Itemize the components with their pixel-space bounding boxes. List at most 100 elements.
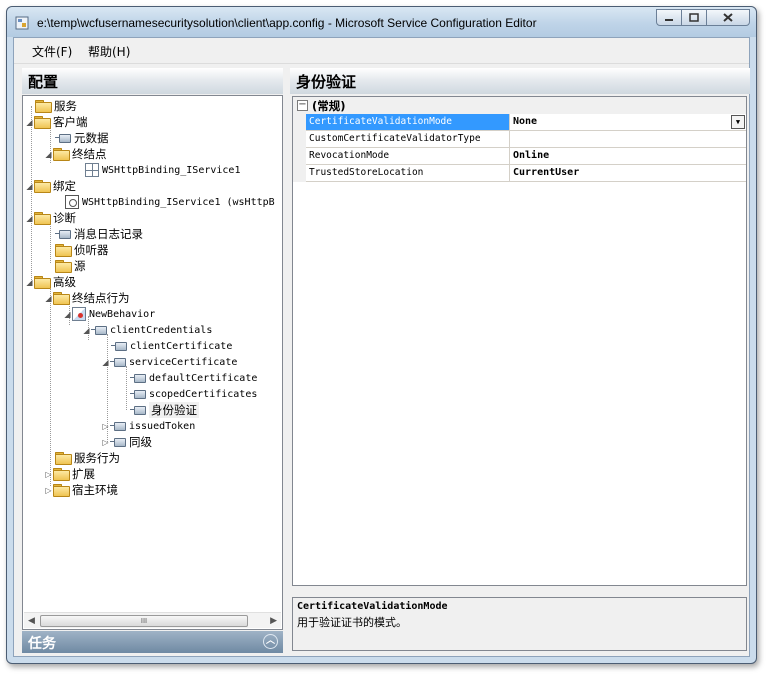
tree-node-label: 终结点行为	[72, 291, 130, 305]
tree-node-diagnostics[interactable]: ◢ 诊断	[25, 210, 76, 226]
tree-node-hosting-environment[interactable]: ▷ 宿主环境	[44, 482, 118, 498]
properties-header: 身份验证	[290, 68, 750, 94]
tree-node-label: 宿主环境	[72, 483, 118, 497]
horizontal-scrollbar[interactable]: ◀ III ▶	[24, 612, 281, 628]
scroll-thumb[interactable]: III	[40, 615, 248, 627]
tree-node-metadata[interactable]: 元数据	[55, 130, 109, 146]
tree-node-label: 元数据	[74, 131, 109, 145]
tree-node-service-behaviors[interactable]: 服务行为	[55, 450, 120, 466]
node-icon	[110, 357, 126, 367]
tree-node-issuedtoken[interactable]: ▷ issuedToken	[101, 418, 195, 434]
folder-icon	[35, 100, 52, 113]
tree-node-label: 客户端	[53, 115, 88, 129]
tree-node-authentication[interactable]: 身份验证	[130, 402, 199, 418]
node-icon	[130, 405, 146, 415]
minimize-button[interactable]	[656, 9, 682, 26]
maximize-button[interactable]	[681, 9, 707, 26]
menu-help[interactable]: 帮助(H)	[84, 43, 134, 60]
property-row[interactable]: CustomCertificateValidatorType	[293, 131, 746, 148]
property-name[interactable]: RevocationMode	[306, 148, 510, 165]
collapse-arrow-icon[interactable]: ◢	[25, 182, 34, 191]
tree-node-endpoint-item[interactable]: WSHttpBinding_IService1	[85, 162, 240, 178]
tree-node-label: clientCertificate	[130, 340, 233, 352]
maximize-icon	[689, 13, 699, 22]
collapse-arrow-icon[interactable]: ◢	[25, 214, 34, 223]
property-value[interactable]: Online	[510, 148, 746, 165]
tree-node-binding-item[interactable]: WSHttpBinding_IService1 (wsHttpB	[65, 194, 275, 210]
property-row[interactable]: RevocationMode Online	[293, 148, 746, 165]
scroll-right-icon[interactable]: ▶	[270, 616, 277, 626]
tree-node-sources[interactable]: 源	[55, 258, 86, 274]
property-row[interactable]: TrustedStoreLocation CurrentUser	[293, 165, 746, 182]
collapse-arrow-icon[interactable]: ◢	[44, 150, 53, 159]
tree-node-label: clientCredentials	[110, 324, 213, 336]
chevron-up-icon[interactable]: ︿	[263, 634, 278, 649]
collapse-arrow-icon[interactable]: ◢	[101, 358, 110, 367]
close-icon	[723, 13, 733, 22]
property-grid[interactable]: − (常规) CertificateValidationMode None ▼ …	[292, 96, 747, 586]
expand-arrow-icon[interactable]: ▷	[101, 422, 110, 431]
node-icon	[55, 229, 71, 239]
collapse-arrow-icon[interactable]: ◢	[82, 326, 91, 335]
description-text: 用于验证证书的模式。	[297, 616, 407, 629]
node-icon	[130, 373, 146, 383]
tree-node-services[interactable]: 服务	[35, 98, 77, 114]
tree-node-message-logging[interactable]: 消息日志记录	[55, 226, 143, 242]
node-icon	[91, 325, 107, 335]
property-value-dropdown[interactable]: None ▼	[510, 114, 746, 131]
tree-node-label: issuedToken	[129, 420, 196, 432]
collapse-arrow-icon[interactable]: ◢	[63, 310, 72, 319]
tree-node-newbehavior[interactable]: ◢ NewBehavior	[63, 306, 155, 322]
scroll-left-icon[interactable]: ◀	[28, 616, 35, 626]
tree-node-bindings[interactable]: ◢ 绑定	[25, 178, 76, 194]
collapse-arrow-icon[interactable]: ◢	[25, 118, 34, 127]
config-tree[interactable]: 服务 ◢ 客户端 元数据 ◢ 终结点 WSHttpBinding_IServic…	[22, 95, 283, 630]
collapse-arrow-icon[interactable]: ◢	[44, 294, 53, 303]
folder-icon	[34, 212, 51, 225]
property-name[interactable]: CertificateValidationMode	[306, 114, 510, 131]
node-icon	[110, 437, 126, 447]
expand-arrow-icon[interactable]: ▷	[44, 486, 53, 495]
dropdown-arrow-icon[interactable]: ▼	[731, 115, 745, 129]
category-row[interactable]: − (常规)	[293, 97, 746, 114]
window-controls	[656, 9, 750, 26]
expand-arrow-icon[interactable]: ▷	[101, 438, 110, 447]
tree-line	[126, 366, 127, 410]
node-icon	[130, 389, 146, 399]
expand-arrow-icon[interactable]: ▷	[44, 470, 53, 479]
minimize-icon	[665, 18, 673, 21]
client-area: 文件(F) 帮助(H) 配置 服务 ◢ 客户端 元数据 ◢ 终结点 WSHttp…	[13, 37, 750, 657]
property-name[interactable]: CustomCertificateValidatorType	[306, 131, 510, 148]
row-gutter	[293, 114, 306, 131]
menu-file[interactable]: 文件(F)	[28, 43, 76, 60]
property-value[interactable]: CurrentUser	[510, 165, 746, 182]
configuration-pane: 配置 服务 ◢ 客户端 元数据 ◢ 终结点 WSHttpBinding_ISer…	[22, 68, 283, 653]
tree-node-peer[interactable]: ▷ 同级	[101, 434, 152, 450]
tree-node-servicecertificate[interactable]: ◢ serviceCertificate	[101, 354, 237, 370]
tree-node-defaultcertificate[interactable]: defaultCertificate	[130, 370, 257, 386]
property-row[interactable]: CertificateValidationMode None ▼	[293, 114, 746, 131]
tree-node-endpoints[interactable]: ◢ 终结点	[44, 146, 107, 162]
tree-line	[50, 286, 51, 486]
tree-node-client[interactable]: ◢ 客户端	[25, 114, 88, 130]
tree-node-endpoint-behaviors[interactable]: ◢ 终结点行为	[44, 290, 130, 306]
tree-node-label: serviceCertificate	[129, 356, 238, 368]
property-value[interactable]	[510, 131, 746, 148]
tree-node-listeners[interactable]: 侦听器	[55, 242, 109, 258]
tree-node-clientcredentials[interactable]: ◢ clientCredentials	[82, 322, 212, 338]
collapse-arrow-icon[interactable]: ◢	[25, 278, 34, 287]
tree-node-label: 终结点	[72, 147, 107, 161]
tree-node-scopedcertificates[interactable]: scopedCertificates	[130, 386, 257, 402]
close-button[interactable]	[706, 9, 750, 26]
tree-node-advanced[interactable]: ◢ 高级	[25, 274, 76, 290]
tree-node-clientcertificate[interactable]: clientCertificate	[111, 338, 232, 354]
category-label: (常规)	[312, 98, 346, 113]
folder-icon	[34, 116, 51, 129]
tree-node-label: defaultCertificate	[149, 372, 258, 384]
tree-node-extensions[interactable]: ▷ 扩展	[44, 466, 95, 482]
collapse-minus-icon[interactable]: −	[297, 100, 308, 111]
app-icon	[15, 16, 29, 30]
tasks-panel-header[interactable]: 任务 ︿	[22, 631, 283, 653]
property-name[interactable]: TrustedStoreLocation	[306, 165, 510, 182]
tree-node-label: 同级	[129, 435, 152, 449]
